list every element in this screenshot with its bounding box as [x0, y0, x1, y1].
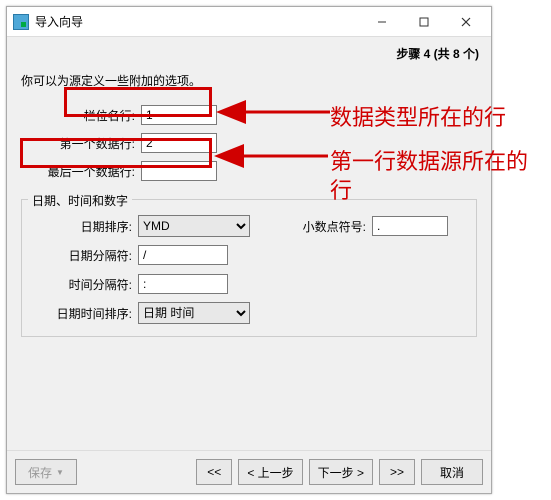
date-order-select[interactable]: YMD [138, 215, 250, 237]
date-sep-label: 日期分隔符: [28, 247, 138, 264]
window-title: 导入向导 [35, 13, 361, 30]
datetime-order-select[interactable]: 日期 时间 [138, 302, 250, 324]
save-button[interactable]: 保存▼ [15, 459, 77, 485]
first-data-row-label: 第一个数据行: [21, 135, 141, 152]
datetime-order-label: 日期时间排序: [28, 305, 138, 322]
date-order-label: 日期排序: [28, 218, 138, 235]
cancel-button[interactable]: 取消 [421, 459, 483, 485]
last-page-button[interactable]: >> [379, 459, 415, 485]
time-sep-input[interactable] [138, 274, 228, 294]
minimize-button[interactable] [361, 8, 403, 36]
annotation-text-1: 数据类型所在的行 [330, 104, 506, 133]
wizard-footer: 保存▼ << < 上一步 下一步 > >> 取消 [7, 450, 491, 493]
chevron-down-icon: ▼ [56, 468, 64, 477]
decimal-input[interactable] [372, 216, 448, 236]
fieldset-legend: 日期、时间和数字 [28, 192, 132, 209]
last-data-row-input[interactable] [141, 161, 217, 181]
next-button[interactable]: 下一步 > [309, 459, 373, 485]
step-indicator: 步骤 4 (共 8 个) [7, 37, 491, 66]
annotation-text-2: 第一行数据源所在的行 [330, 148, 540, 205]
close-button[interactable] [445, 8, 487, 36]
time-sep-label: 时间分隔符: [28, 276, 138, 293]
field-name-row-label: 栏位名行: [21, 107, 141, 124]
prev-button[interactable]: < 上一步 [238, 459, 302, 485]
first-data-row-input[interactable] [141, 133, 217, 153]
app-icon [13, 14, 29, 30]
maximize-button[interactable] [403, 8, 445, 36]
date-sep-input[interactable] [138, 245, 228, 265]
import-wizard-window: 导入向导 步骤 4 (共 8 个) 你可以为源定义一些附加的选项。 栏位名行: … [6, 6, 492, 494]
description-text: 你可以为源定义一些附加的选项。 [21, 72, 477, 89]
first-page-button[interactable]: << [196, 459, 232, 485]
date-number-fieldset: 日期、时间和数字 日期排序: YMD 小数点符号: 日期分隔符: 时间分隔符: … [21, 199, 477, 337]
field-name-row-input[interactable] [141, 105, 217, 125]
last-data-row-label: 最后一个数据行: [21, 163, 141, 180]
decimal-label: 小数点符号: [280, 218, 372, 235]
titlebar: 导入向导 [7, 7, 491, 37]
